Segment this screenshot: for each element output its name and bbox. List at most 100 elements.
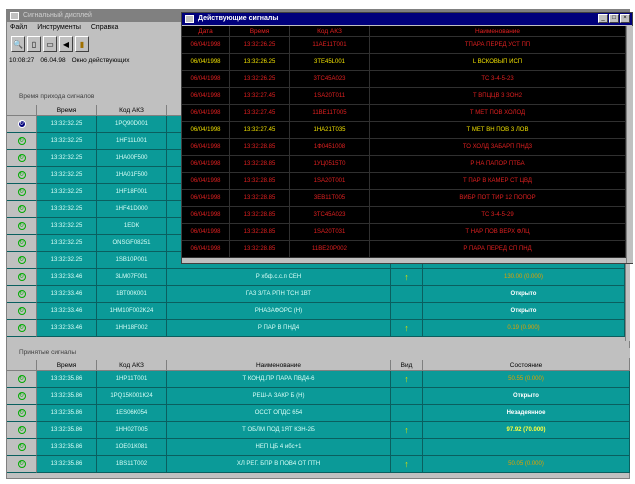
table-cell: 1НР11Т001 <box>97 371 167 388</box>
table-cell: 13:32:35.86 <box>37 422 97 439</box>
alarm-cell: 06/04/1998 <box>182 241 230 258</box>
menu-file[interactable]: Файл <box>10 22 27 33</box>
alarm-row[interactable]: 06/04/1998 13:32:27.45 11ВЕ11Т005 Т МЕТ ПОВ… <box>182 105 626 122</box>
page-icon[interactable]: ▯ <box>27 36 41 52</box>
table-cell: 1SB10Р001 <box>97 252 167 269</box>
alarm-cell: Т НАР ПОВ ВЕРХ ФЛЦ <box>370 224 626 241</box>
search-icon[interactable]: 🔍 <box>11 36 25 52</box>
table-row[interactable]: ↻ 13:32:35.86 1ВS11Т002 ХЛ РЕГ. БПР В ПОВ4 … <box>7 456 630 473</box>
signal-status-icon: ↻ <box>7 320 37 337</box>
app-icon <box>10 12 19 20</box>
column-header: Код АКЗ <box>97 105 167 116</box>
alarm-cell: 13:32:28.85 <box>230 190 290 207</box>
signal-status-icon: ↻ <box>7 371 37 388</box>
table-cell: 3LM07F001 <box>97 269 167 286</box>
signal-status-icon: ↻ <box>7 167 37 184</box>
table-cell: 1РQ15К001К24 <box>97 388 167 405</box>
table-row[interactable]: ↻ 13:32:33.46 1НН18F002 Р ПАР В ПНД4 ↑ 0.19 (… <box>7 320 625 337</box>
table-cell: 13:32:32.25 <box>37 184 97 201</box>
alarm-row[interactable]: 06/04/1998 13:32:28.85 1Ф0451008 ТО ХОЛД ЗА… <box>182 139 626 156</box>
alarm-row[interactable]: 06/04/1998 13:32:28.85 3ЕВ11Т005 ВИБР ПОТ Т… <box>182 190 626 207</box>
table-cell: Т КОНД.ПР ПАРА ПВД4-6 <box>167 371 391 388</box>
alarm-cell: 3ТС45А023 <box>290 71 370 88</box>
table-cell: 13:32:35.86 <box>37 439 97 456</box>
alarm-row[interactable]: 06/04/1998 13:32:26.25 3ТС45А023 ТС 3-4-5-2… <box>182 71 626 88</box>
table-row[interactable]: ↻ 13:32:33.46 1НМ10F002K24 РНАЗАФОРС (Н) Отк… <box>7 303 625 320</box>
minimize-icon[interactable]: _ <box>598 14 608 23</box>
table-row[interactable]: ↻ 13:32:35.86 1ЕS06К054 ОССТ ОПДС 654 Незаде… <box>7 405 630 422</box>
exit-icon[interactable]: ▮ <box>75 36 89 52</box>
column-header: Время <box>37 360 97 371</box>
alarm-cell: 13:32:26.25 <box>230 54 290 71</box>
alarm-cell: 13:32:28.85 <box>230 173 290 190</box>
alarm-cell: ТО ХОЛД ЗАБАРП ПНД3 <box>370 139 626 156</box>
alarm-cell: 13:32:28.85 <box>230 207 290 224</box>
alarm-cell: 06/04/1998 <box>182 71 230 88</box>
table-cell: 13:32:32.25 <box>37 235 97 252</box>
alarm-cell: 06/04/1998 <box>182 190 230 207</box>
table-cell: 130.00 (0.000) <box>423 269 625 286</box>
alarm-cell: 1SA20Т031 <box>290 224 370 241</box>
table-row[interactable]: ↻ 13:32:33.46 1ВТ00К001 ГАЗ 3/ТА РПН ТСН 1В… <box>7 286 625 303</box>
recent-section-title: Время прихода сигналов <box>7 92 182 102</box>
alarm-row[interactable]: 06/04/1998 13:32:27.45 1НА21Т035 Т МЕТ ВН П… <box>182 122 626 139</box>
active-scrollbar[interactable] <box>626 26 633 263</box>
table-cell: 13:32:33.46 <box>37 303 97 320</box>
table-row[interactable]: ↻ 13:32:35.86 1ОЕ01К081 НЕП ЦБ 4 ибс+1 <box>7 439 630 456</box>
document-icon[interactable]: ▭ <box>43 36 57 52</box>
menu-tools[interactable]: Инструменты <box>37 22 81 33</box>
trend-arrow-icon: ↑ <box>391 456 423 473</box>
alarm-cell: ТПАРА ПЕРЕД УСТ ПП <box>370 37 626 54</box>
table-row[interactable]: ↻ 13:32:33.46 3LM07F001 Р хбф.с.с.п СЕН ↑ 130… <box>7 269 625 286</box>
speaker-icon[interactable]: ◀ <box>59 36 73 52</box>
table-cell: 1НА01F500 <box>97 167 167 184</box>
alarm-row[interactable]: 06/04/1998 13:32:27.45 1SA20Т011 Т ВПЦЦВ 3 … <box>182 88 626 105</box>
trend-arrow-icon: ↑ <box>391 269 423 286</box>
trend-arrow-icon: ↑ <box>391 371 423 388</box>
alarm-row[interactable]: 06/04/1998 13:32:28.85 3ТС45А023 ТС 3-4-5-2… <box>182 207 626 224</box>
menu-help[interactable]: Справка <box>91 22 118 33</box>
alarm-cell: 13:32:28.85 <box>230 241 290 258</box>
alarm-cell: Р ПАРА ПЕРЕД СП ПНД <box>370 241 626 258</box>
signal-status-icon: ↻ <box>7 133 37 150</box>
signal-status-icon: ↻ <box>7 218 37 235</box>
window-icon <box>185 15 194 23</box>
alarm-row[interactable]: 06/04/1998 13:32:28.85 11ВЕ20Р002 Р ПАРА ПЕ… <box>182 241 626 258</box>
table-row[interactable]: ↻ 13:32:35.86 1РQ15К001К24 РЕШ-А ЗАКР Б (Н)… <box>7 388 630 405</box>
table-cell: 13:32:35.86 <box>37 456 97 473</box>
signal-status-icon: ↻ <box>7 150 37 167</box>
status-mode: Окно действующих <box>71 57 130 64</box>
table-cell: 1НF18F001 <box>97 184 167 201</box>
table-row[interactable]: ↻ 13:32:35.86 1НР11Т001 Т КОНД.ПР ПАРА ПВД4… <box>7 371 630 388</box>
close-icon[interactable]: × <box>620 14 630 23</box>
maximize-icon[interactable]: □ <box>609 14 619 23</box>
alarm-cell: 06/04/1998 <box>182 122 230 139</box>
table-cell: 13:32:32.25 <box>37 201 97 218</box>
table-row[interactable]: ↻ 13:32:35.86 1НН02Т005 Т ОБЛМ ПОД 1ЯТ КЗН-… <box>7 422 630 439</box>
trend-arrow-icon: ↑ <box>391 422 423 439</box>
alarm-row[interactable]: 06/04/1998 13:32:28.85 1SA20Т031 Т НАР ПОВ … <box>182 224 626 241</box>
trend-arrow-icon <box>391 303 423 320</box>
main-window-title: Сигнальный дисплей <box>23 12 92 19</box>
table-cell: НЕП ЦБ 4 ибс+1 <box>167 439 391 456</box>
table-cell: Т ОБЛМ ПОД 1ЯТ КЗН-2Б <box>167 422 391 439</box>
status-date: 06.04.98 <box>40 57 66 64</box>
alarm-cell: 13:32:28.85 <box>230 224 290 241</box>
table-cell: 13:32:33.46 <box>37 269 97 286</box>
alarm-row[interactable]: 06/04/1998 13:32:26.25 3ТЕ45L001 L ВСКОВЫП … <box>182 54 626 71</box>
active-window-titlebar[interactable]: Действующие сигналы _ □ × <box>182 13 632 25</box>
alarm-cell: 06/04/1998 <box>182 88 230 105</box>
signal-status-icon: ↻ <box>7 422 37 439</box>
alarm-row[interactable]: 06/04/1998 13:32:28.85 1УЦ0515Т0 Р НА ПАПОР… <box>182 156 626 173</box>
alarm-cell: 06/04/1998 <box>182 37 230 54</box>
signal-status-icon: ↻ <box>7 235 37 252</box>
alarm-cell: 06/04/1998 <box>182 54 230 71</box>
table-cell: 1ОЕ01К081 <box>97 439 167 456</box>
alarm-row[interactable]: 06/04/1998 13:32:28.85 1SA20Т001 Т ПАР В КА… <box>182 173 626 190</box>
alarm-row[interactable]: 06/04/1998 13:32:26.25 11АЕ11Т001 ТПАРА ПЕР… <box>182 37 626 54</box>
table-cell: 1ЕS06К054 <box>97 405 167 422</box>
signal-status-icon: ↻ <box>7 405 37 422</box>
alarm-cell: L ВСКОВЫП ИСП <box>370 54 626 71</box>
table-cell: ХЛ РЕГ. БПР В ПОВ4 ОТ ПТН <box>167 456 391 473</box>
alarm-cell: 06/04/1998 <box>182 156 230 173</box>
